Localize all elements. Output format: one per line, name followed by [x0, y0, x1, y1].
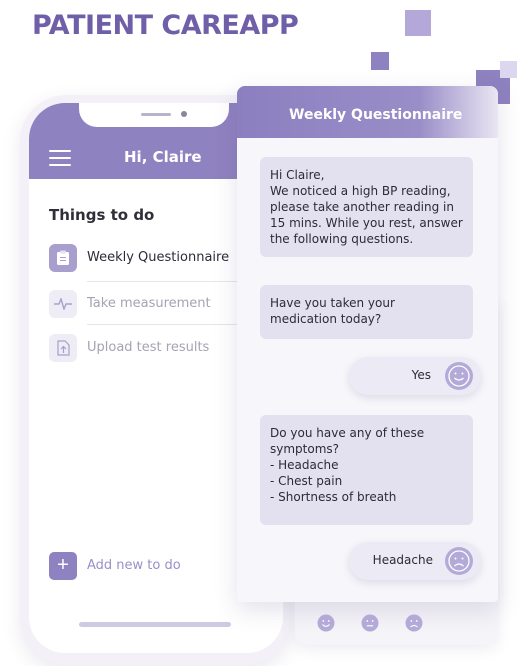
message-line: medication today? [270, 312, 382, 326]
mood-selector [313, 613, 433, 637]
heartbeat-icon [49, 290, 77, 318]
happy-face-icon[interactable] [316, 613, 336, 633]
message-line: Do you have any of these [270, 426, 425, 440]
todo-label: Weekly Questionnaire [87, 250, 230, 265]
add-todo-label: Add new to do [87, 558, 181, 573]
neutral-face-icon[interactable] [360, 613, 380, 633]
menu-icon[interactable] [49, 150, 71, 166]
chat-reply-headache[interactable]: Headache [349, 542, 481, 580]
todo-label: Upload test results [87, 340, 210, 355]
chat-message-bot: Have you taken your medication today? [260, 285, 473, 339]
add-todo-button[interactable]: + Add new to do [49, 552, 249, 580]
todo-heading: Things to do [49, 206, 155, 224]
happy-face-icon [445, 362, 473, 390]
message-line: the following questions. [270, 232, 414, 246]
chat-message-bot: Hi Claire, We noticed a high BP reading,… [260, 157, 473, 257]
message-line: 15 mins. While you rest, answer [270, 216, 463, 230]
decorative-square [371, 52, 389, 70]
message-line: symptoms? [270, 442, 340, 456]
plus-icon: + [49, 552, 77, 580]
document-upload-icon [49, 334, 77, 362]
chat-reply-yes[interactable]: Yes [349, 357, 481, 395]
todo-label: Take measurement [87, 296, 211, 311]
chat-panel: Weekly Questionnaire Hi Claire, We notic… [237, 86, 498, 602]
decorative-square [405, 10, 431, 36]
decorative-square [500, 61, 517, 78]
reply-text: Headache [372, 553, 433, 567]
sad-face-icon[interactable] [404, 613, 424, 633]
greeting: Hi, Claire [124, 148, 202, 166]
home-indicator[interactable] [79, 622, 231, 627]
phone-notch [79, 103, 229, 127]
message-line: Have you taken your [270, 296, 395, 310]
message-line: We noticed a high BP reading, [270, 184, 451, 198]
chat-header: Weekly Questionnaire [237, 86, 498, 138]
message-line: - Chest pain [270, 474, 343, 488]
app-title: PATIENT CAREAPP [32, 10, 299, 41]
message-line: please take another reading in [270, 200, 454, 214]
message-line: Hi Claire, [270, 168, 325, 182]
sad-face-icon [445, 547, 473, 575]
reply-text: Yes [411, 368, 431, 382]
chat-message-bot: Do you have any of these symptoms? - Hea… [260, 415, 473, 525]
speaker [141, 113, 171, 116]
clipboard-icon [49, 244, 77, 272]
message-line: - Headache [270, 458, 339, 472]
chat-title: Weekly Questionnaire [289, 107, 463, 123]
camera [181, 111, 187, 117]
message-line: - Shortness of breath [270, 490, 397, 504]
